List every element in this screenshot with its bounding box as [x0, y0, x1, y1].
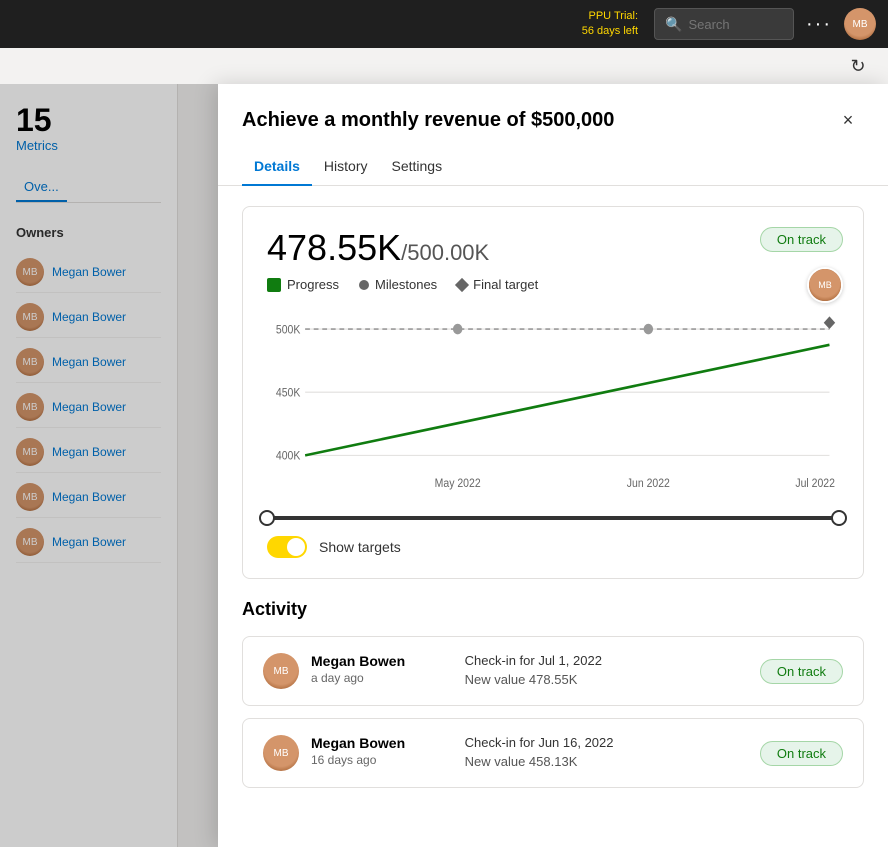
modal-header: Achieve a monthly revenue of $500,000 × — [218, 84, 888, 136]
ppu-days: 56 days left — [582, 25, 638, 37]
activity-value: New value 478.55K — [465, 672, 748, 687]
milestones-legend-label: Milestones — [375, 277, 437, 292]
activity-title: Activity — [242, 599, 864, 620]
show-targets-toggle[interactable] — [267, 536, 307, 558]
user-avatar-top[interactable]: MB — [844, 8, 876, 40]
more-options-button[interactable]: ··· — [802, 9, 836, 40]
tab-details[interactable]: Details — [242, 148, 312, 186]
activity-info: Megan Bowen 16 days ago — [311, 735, 453, 767]
activity-value: New value 458.13K — [465, 754, 748, 769]
activity-info: Megan Bowen a day ago — [311, 653, 453, 685]
range-handle-right[interactable] — [831, 510, 847, 526]
metric-value-display: 478.55K/500.00K — [267, 227, 839, 269]
activity-status-badge: On track — [760, 741, 843, 766]
modal-overlay: Achieve a monthly revenue of $500,000 × … — [0, 84, 888, 847]
progress-legend-label: Progress — [287, 277, 339, 292]
search-input[interactable] — [688, 17, 783, 32]
avatar-image: MB — [844, 8, 876, 40]
chart-user-avatar: MB — [807, 267, 843, 303]
refresh-button[interactable]: ↻ — [844, 52, 872, 80]
activity-checkin: Check-in for Jul 1, 2022 — [465, 653, 748, 668]
legend-milestones: Milestones — [359, 277, 437, 292]
modal-tabs: Details History Settings — [218, 148, 888, 186]
activity-status-badge: On track — [760, 659, 843, 684]
metric-target-value: 500.00K — [407, 240, 489, 265]
ppu-trial-text: PPU Trial: 56 days left — [582, 9, 638, 40]
modal-close-button[interactable]: × — [832, 104, 864, 136]
chart-svg: 500K 450K 400K — [267, 308, 839, 508]
progress-legend-icon — [267, 278, 281, 292]
search-icon: 🔍 — [665, 16, 682, 33]
modal-body: 478.55K/500.00K On track MB Progress — [218, 186, 888, 847]
activity-time: a day ago — [311, 671, 453, 685]
svg-text:500K: 500K — [276, 324, 301, 337]
avatar: MB — [263, 735, 299, 771]
refresh-bar: ↻ — [0, 48, 888, 84]
svg-text:400K: 400K — [276, 450, 301, 463]
modal-title: Achieve a monthly revenue of $500,000 — [242, 109, 614, 132]
activity-user: Megan Bowen — [311, 735, 453, 751]
range-handle-left[interactable] — [259, 510, 275, 526]
svg-text:Jun 2022: Jun 2022 — [627, 478, 670, 491]
legend-final-target: Final target — [457, 277, 538, 292]
milestones-legend-icon — [359, 280, 369, 290]
ppu-label: PPU Trial: — [589, 10, 639, 22]
metric-current-value: 478.55K — [267, 227, 401, 268]
activity-item: MB Megan Bowen a day ago Check-in for Ju… — [242, 636, 864, 706]
final-target-legend-label: Final target — [473, 277, 538, 292]
modal-panel: Achieve a monthly revenue of $500,000 × … — [218, 84, 888, 847]
on-track-badge: On track — [760, 227, 843, 252]
tab-settings[interactable]: Settings — [379, 148, 454, 186]
activity-details: Check-in for Jul 1, 2022 New value 478.5… — [465, 653, 748, 687]
svg-text:Jul 2022: Jul 2022 — [795, 478, 835, 491]
main-content: 15 Metrics Ove... Owners MB Megan Bower … — [0, 84, 888, 847]
chart-area: 500K 450K 400K — [267, 308, 839, 508]
activity-user: Megan Bowen — [311, 653, 453, 669]
chart-legend: Progress Milestones Final target — [267, 277, 839, 292]
avatar: MB — [263, 653, 299, 689]
activity-details: Check-in for Jun 16, 2022 New value 458.… — [465, 735, 748, 769]
activity-checkin: Check-in for Jun 16, 2022 — [465, 735, 748, 750]
search-box[interactable]: 🔍 — [654, 8, 794, 40]
toggle-knob — [287, 538, 305, 556]
activity-time: 16 days ago — [311, 753, 453, 767]
tab-history[interactable]: History — [312, 148, 380, 186]
svg-text:450K: 450K — [276, 387, 301, 400]
range-slider[interactable] — [267, 516, 839, 520]
metric-value-section: 478.55K/500.00K On track MB Progress — [242, 206, 864, 579]
activity-section: Activity MB Megan Bowen a day ago Check-… — [242, 599, 864, 788]
activity-item: MB Megan Bowen 16 days ago Check-in for … — [242, 718, 864, 788]
final-target-legend-icon — [455, 277, 469, 291]
show-targets-row: Show targets — [267, 536, 839, 558]
legend-progress: Progress — [267, 277, 339, 292]
topbar: PPU Trial: 56 days left 🔍 ··· MB — [0, 0, 888, 48]
range-slider-container[interactable] — [267, 516, 839, 520]
svg-text:May 2022: May 2022 — [435, 478, 481, 491]
show-targets-label: Show targets — [319, 539, 401, 555]
